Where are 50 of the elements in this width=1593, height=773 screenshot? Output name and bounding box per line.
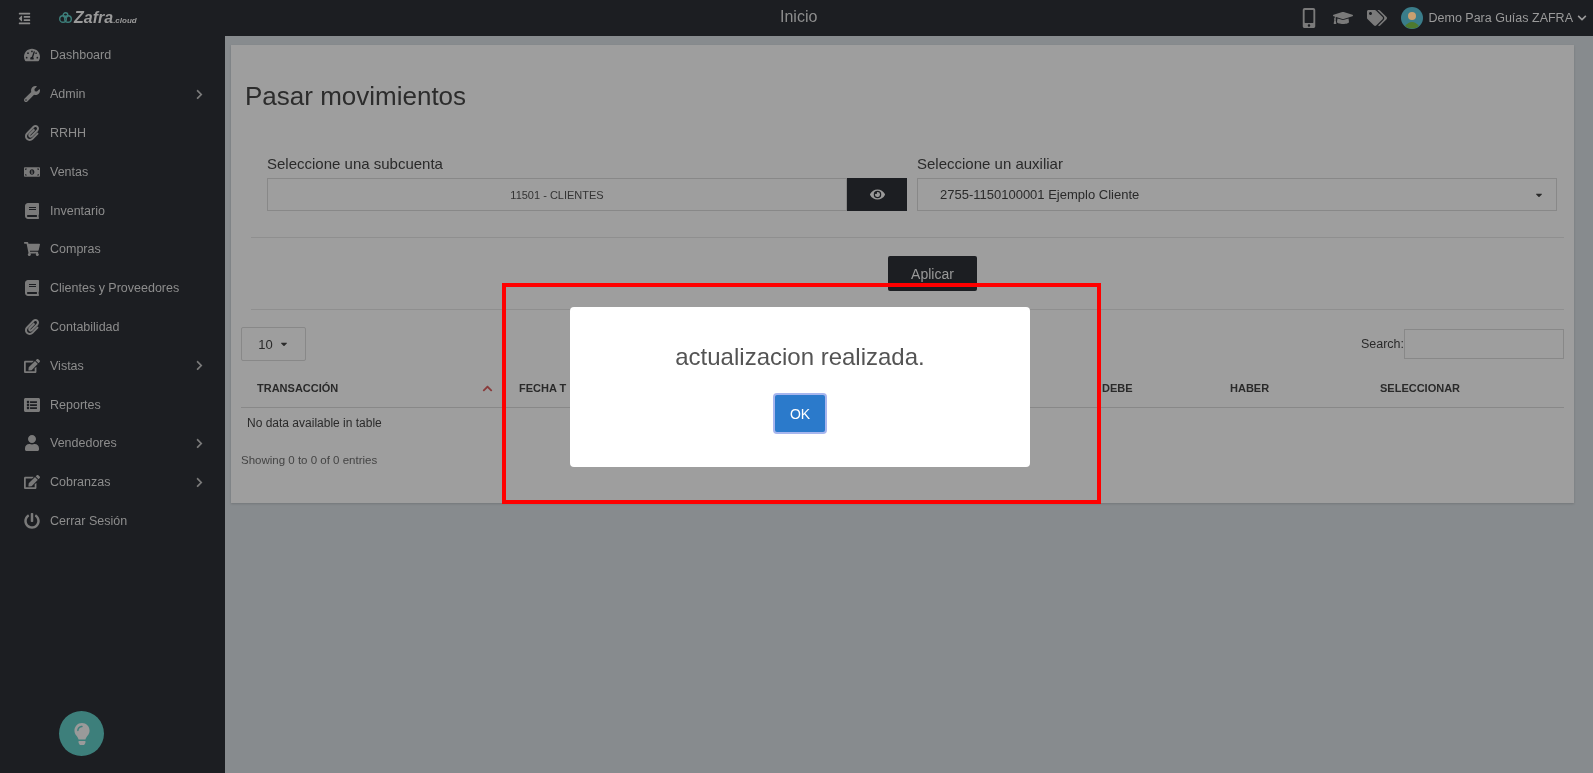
input-field[interactable]: 11501 - CLIENTES xyxy=(267,178,847,211)
sidebar-item[interactable]: Cobranzas xyxy=(0,462,225,502)
sidebar-item[interactable]: RRHH xyxy=(0,113,225,153)
page-title: Inicio xyxy=(780,8,818,26)
tags-icon[interactable] xyxy=(1366,8,1387,28)
search-label: Search: xyxy=(1360,337,1404,351)
user-menu[interactable]: Demo Para Guías ZAFRA xyxy=(1428,11,1587,25)
sidebar-item[interactable]: Clientes y Proveedores xyxy=(0,268,225,308)
ok-button[interactable]: OK xyxy=(773,393,827,434)
sidebar-item[interactable]: Admin xyxy=(0,74,225,114)
wrench-icon xyxy=(24,86,40,103)
help-button[interactable] xyxy=(59,711,104,756)
select-field[interactable]: 2755-1150100001 Ejemplo Cliente xyxy=(917,178,1557,211)
column-header[interactable]: HABER xyxy=(1214,382,1364,394)
paperclip-icon xyxy=(24,125,40,141)
power-icon xyxy=(24,512,40,529)
sidebar-item[interactable]: Inventario xyxy=(0,191,225,230)
field-label: Seleccione una subcuenta xyxy=(267,155,444,172)
empty-message: No data available in table xyxy=(247,416,382,430)
eye-button[interactable] xyxy=(847,178,907,211)
avatar[interactable] xyxy=(1400,7,1423,29)
sidebar-item[interactable]: Reportes xyxy=(0,385,225,424)
column-header[interactable]: TRANSACCIÓN xyxy=(241,382,503,394)
logo[interactable]: Zafra.cloud xyxy=(59,9,137,27)
menu-icon[interactable] xyxy=(18,11,31,25)
edit-icon xyxy=(24,474,40,491)
sidebar-item[interactable]: Dashboard xyxy=(0,36,225,75)
cart-icon xyxy=(24,241,40,258)
sidebar-item[interactable]: Cerrar Sesión xyxy=(0,501,225,541)
sidebar-item[interactable]: Ventas xyxy=(0,152,225,192)
book-icon xyxy=(24,280,40,297)
sidebar-item[interactable]: Contabilidad xyxy=(0,307,225,347)
dashboard-icon xyxy=(24,47,40,64)
list-icon xyxy=(24,396,40,413)
user-icon xyxy=(24,435,40,452)
sidebar-item[interactable]: Vendedores xyxy=(0,423,225,463)
paperclip-icon xyxy=(24,318,40,335)
edit-icon xyxy=(24,357,40,374)
chevron-down-icon xyxy=(1577,13,1587,23)
heading: Pasar movimientos xyxy=(244,80,468,113)
dialog-message: actualizacion realizada. xyxy=(675,343,925,371)
sidebar-item[interactable]: Vistas xyxy=(0,346,225,386)
column-header[interactable]: DEBE xyxy=(1086,382,1214,394)
field-label: Seleccione un auxiliar xyxy=(917,155,1064,172)
eye-icon xyxy=(869,187,885,202)
column-header[interactable]: SELECCIONAR xyxy=(1364,382,1564,394)
page-length-select[interactable]: 10 xyxy=(241,327,306,361)
sidebar-item[interactable]: Compras xyxy=(0,230,225,269)
book-icon xyxy=(24,202,40,219)
table-info: Showing 0 to 0 of 0 entries xyxy=(241,453,379,466)
